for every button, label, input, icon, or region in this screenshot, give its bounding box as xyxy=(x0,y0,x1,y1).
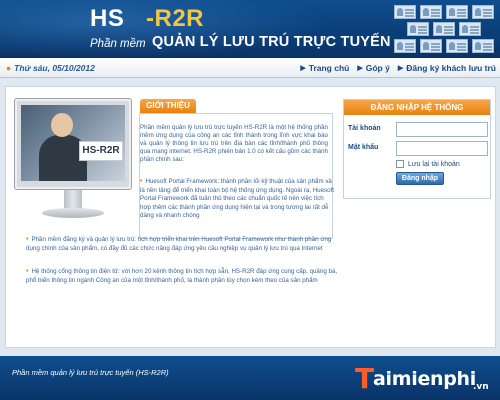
user-card-icon xyxy=(420,39,442,53)
intro-bullet: • Huesoft Portal Framework: thành phần lõ… xyxy=(140,178,336,221)
intro-bullet: • Phần mềm đăng ký và quản lý lưu trú: tí… xyxy=(26,236,338,253)
slogan-big: QUẢN LÝ LƯU TRÚ TRỰC TUYẾN xyxy=(152,34,391,50)
remember-label: Lưu lại tài khoản xyxy=(408,160,460,168)
date-bullet-icon: ● xyxy=(6,63,12,73)
password-field[interactable] xyxy=(396,141,488,156)
monitor-base xyxy=(42,208,104,218)
username-field[interactable] xyxy=(396,122,488,137)
monitor-screen: HS-R2R xyxy=(21,105,125,181)
watermark-logo: T aimienphi .vn xyxy=(355,362,500,398)
nav-link-guest-registration-label: Đăng ký khách lưu trú xyxy=(406,63,496,73)
bullet-icon: • xyxy=(26,268,29,275)
navbar: ● Thứ sáu, 05/10/2012 ▶ Trang chủ ▶ Góp ý ▶… xyxy=(0,58,500,78)
nav-link-feedback-label: Góp ý xyxy=(365,63,390,73)
person-head-icon xyxy=(51,113,73,137)
intro-bullet-text: Huesoft Portal Framework: thành phần lõi… xyxy=(140,178,335,219)
user-card-icon xyxy=(433,22,455,36)
footer: Phần mềm quản lý lưu trú trực tuyến (HS-… xyxy=(0,356,500,400)
user-card-icon xyxy=(394,39,416,53)
current-date: ● Thứ sáu, 05/10/2012 xyxy=(6,63,95,73)
screen-label: HS-R2R xyxy=(79,141,123,161)
header-user-tiles xyxy=(392,3,500,57)
logo-r2r: -R2R xyxy=(146,5,205,32)
login-title: ĐĂNG NHẬP HỆ THỐNG xyxy=(344,100,490,115)
header-banner: HS -R2R Phần mềm QUẢN LÝ LƯU TRÚ TRỰC TU… xyxy=(0,0,500,58)
monitor-stand xyxy=(64,190,82,210)
user-card-icon xyxy=(459,22,481,36)
intro-bullet-text: Hệ thống cổng thông tin điện tử: với hơn… xyxy=(26,268,338,284)
remember-me[interactable]: Lưu lại tài khoản xyxy=(396,160,460,168)
footer-text: Phần mềm quản lý lưu trú trực tuyến (HS-… xyxy=(12,368,169,377)
nav-link-home-label: Trang chủ xyxy=(308,63,350,73)
user-card-icon xyxy=(420,5,442,19)
nav-link-guest-registration[interactable]: ▶ Đăng ký khách lưu trú xyxy=(398,63,496,73)
nav-links: ▶ Trang chủ ▶ Góp ý ▶ Đăng ký khách lưu trú xyxy=(300,63,496,73)
user-card-icon xyxy=(446,5,468,19)
intro-bullet-text: Phần mềm đăng ký và quản lý lưu trú: tíc… xyxy=(26,236,332,252)
username-label: Tài khoản xyxy=(348,125,381,132)
remember-checkbox[interactable] xyxy=(396,160,404,168)
watermark-t: T xyxy=(355,362,375,395)
nav-link-home[interactable]: ▶ Trang chủ xyxy=(300,63,349,73)
user-card-icon xyxy=(472,5,494,19)
triangle-right-icon: ▶ xyxy=(357,65,363,72)
date-text: Thứ sáu, 05/10/2012 xyxy=(14,63,95,73)
triangle-right-icon: ▶ xyxy=(397,65,404,72)
user-card-icon xyxy=(472,39,494,53)
intro-tab: GIỚI THIỆU xyxy=(140,99,196,113)
watermark-text: aimienphi xyxy=(373,368,476,390)
slogan-small: Phần mềm xyxy=(90,38,146,50)
nav-link-feedback[interactable]: ▶ Góp ý xyxy=(357,63,389,73)
bullet-icon: • xyxy=(26,236,29,243)
user-card-icon xyxy=(446,39,468,53)
intro-bullet: • Hệ thống cổng thông tin điện tử: với hơ… xyxy=(26,268,338,285)
watermark-domain: .vn xyxy=(473,382,489,392)
login-panel: ĐĂNG NHẬP HỆ THỐNG Tài khoản Mật khẩu Lư… xyxy=(343,99,491,199)
monitor-frame: HS-R2R xyxy=(14,98,132,190)
user-card-icon xyxy=(407,22,429,36)
user-card-icon xyxy=(394,5,416,19)
logo-hs: HS xyxy=(90,5,125,32)
bullet-icon: • xyxy=(140,178,143,185)
login-button[interactable]: Đăng nhập xyxy=(396,172,444,185)
intro-text: Phần mềm quản lý lưu trú trực tuyến HS-R… xyxy=(140,124,328,163)
monitor-illustration: HS-R2R xyxy=(14,98,132,226)
password-label: Mật khẩu xyxy=(348,144,379,151)
triangle-right-icon: ▶ xyxy=(300,65,306,72)
